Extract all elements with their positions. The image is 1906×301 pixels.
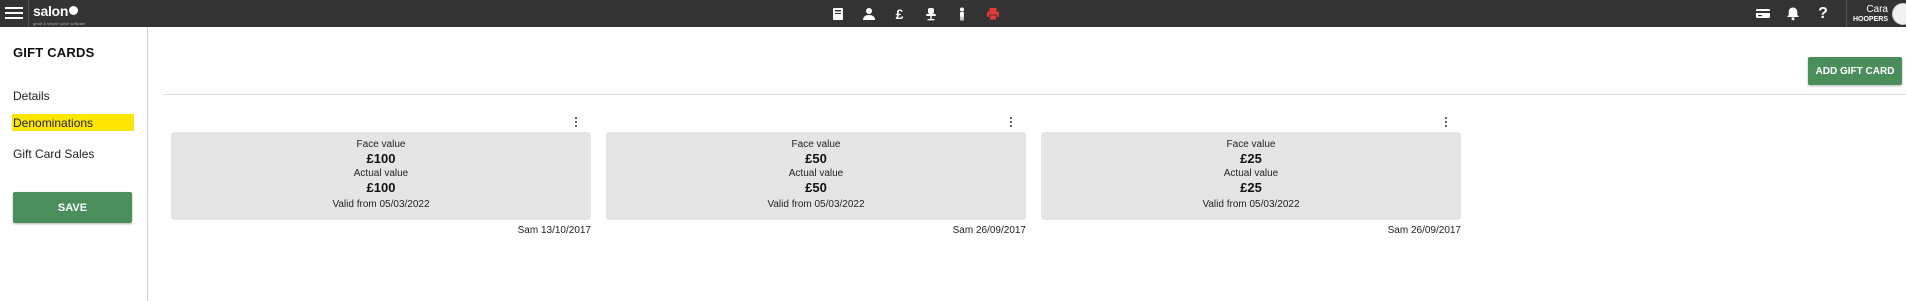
person-icon[interactable] [853,0,884,27]
divider [28,0,29,27]
salon-name: HOOPERS [1852,15,1888,23]
divider [1845,0,1847,27]
denomination-card[interactable]: Face value £100 Actual value £100 Valid … [171,132,591,220]
divider [163,94,1906,95]
book-icon[interactable] [822,0,853,27]
more-options-icon[interactable] [1441,115,1451,129]
face-value: £50 [805,151,827,166]
printer-icon[interactable] [977,0,1008,27]
actual-value-label: Actual value [1223,168,1279,179]
logo-tagline: great & simple salon software [33,21,86,26]
add-gift-card-button[interactable]: ADD GIFT CARD [1808,57,1902,85]
created-by: Sam 26/09/2017 [1387,225,1461,236]
face-value: £100 [366,151,396,166]
main-nav-icons: £ [822,0,1008,27]
more-options-icon[interactable] [571,115,581,129]
logo[interactable]: salon great & simple salon software [33,3,86,26]
actual-value: £50 [805,180,827,195]
menu-icon[interactable] [5,4,23,22]
valid-from: Valid from 05/03/2022 [332,199,430,210]
sidebar-item-denominations[interactable]: Denominations [12,114,134,131]
valid-from: Valid from 05/03/2022 [767,199,865,210]
face-value: £25 [1240,151,1262,166]
created-by: Sam 13/10/2017 [517,225,591,236]
staff-icon[interactable] [946,0,977,27]
chair-icon[interactable] [915,0,946,27]
face-value-label: Face value [1226,139,1276,150]
valid-from: Valid from 05/03/2022 [1202,199,1300,210]
save-button[interactable]: SAVE [13,192,132,223]
denomination-card[interactable]: Face value £25 Actual value £25 Valid fr… [1041,132,1461,220]
sidebar-item-details[interactable]: Details [13,89,50,103]
utility-icons: ? Cara HOOPERS [1748,0,1906,27]
payment-card-icon[interactable] [1748,0,1778,27]
denomination-card[interactable]: Face value £50 Actual value £50 Valid fr… [606,132,1026,220]
page-title: GIFT CARDS [13,45,95,60]
main-content: ADD GIFT CARD Face value £100 Actual val… [149,27,1906,301]
face-value-label: Face value [356,139,406,150]
more-options-icon[interactable] [1006,115,1016,129]
user-name: Cara [1866,3,1888,15]
sidebar-item-gift-card-sales[interactable]: Gift Card Sales [13,147,94,161]
actual-value: £100 [366,180,396,195]
pound-icon[interactable]: £ [884,0,915,27]
face-value-label: Face value [791,139,841,150]
actual-value: £25 [1240,180,1262,195]
bell-icon[interactable] [1778,0,1808,27]
top-bar: salon great & simple salon software £ ? [0,0,1906,27]
actual-value-label: Actual value [353,168,409,179]
actual-value-label: Actual value [788,168,844,179]
logo-text: salon [33,3,69,19]
logo-mark-icon [69,6,79,15]
help-icon[interactable]: ? [1808,0,1838,27]
user-menu[interactable]: Cara HOOPERS [1853,4,1888,24]
sidebar: GIFT CARDS Details Denominations Gift Ca… [0,27,148,301]
avatar[interactable] [1892,2,1906,25]
created-by: Sam 26/09/2017 [952,225,1026,236]
